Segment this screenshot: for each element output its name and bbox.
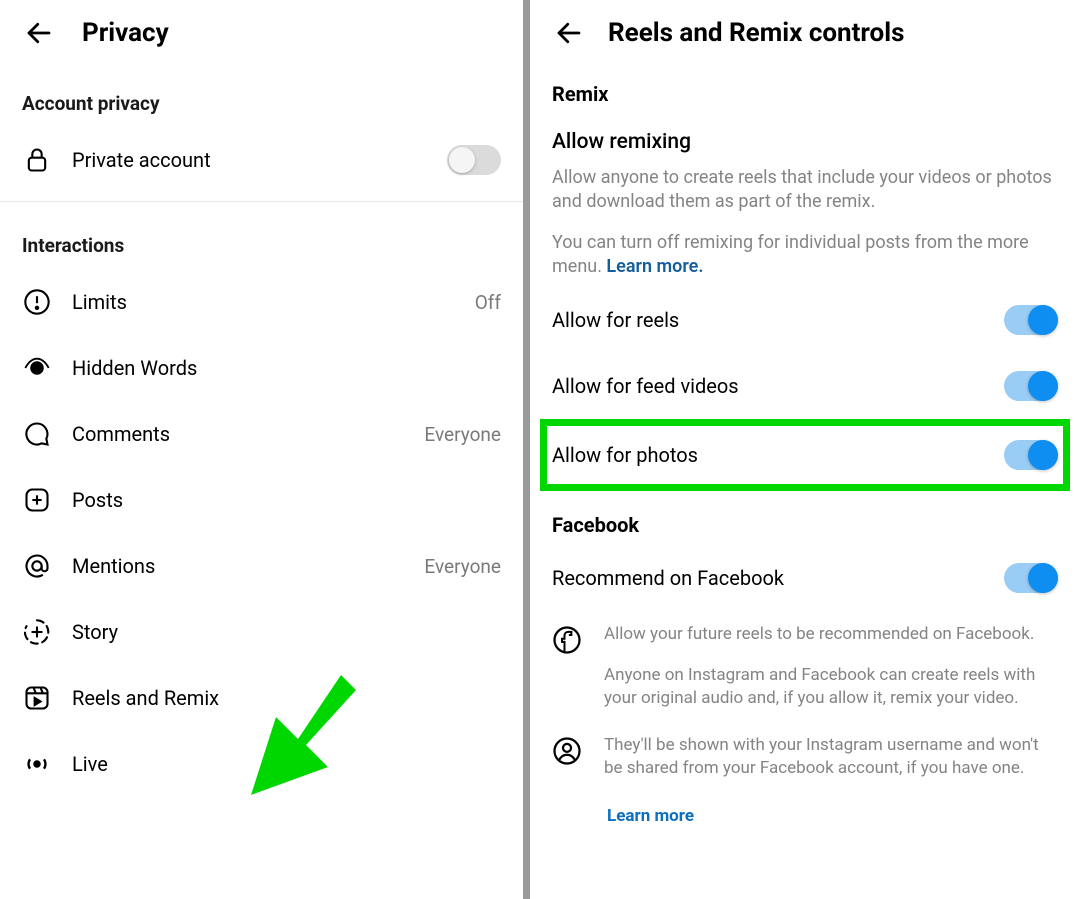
live-icon [22,749,52,779]
mentions-value: Everyone [424,555,501,578]
allow-for-reels-toggle[interactable] [1004,305,1058,335]
recommend-on-facebook-toggle[interactable] [1004,563,1058,593]
fb-info-2: They'll be shown with your Instagram use… [552,722,1058,792]
arrow-left-icon [554,18,584,48]
back-button-right[interactable] [554,18,584,48]
limits-label: Limits [72,290,455,314]
section-account-privacy: Account privacy [22,68,501,127]
header-right: Reels and Remix controls [530,0,1080,60]
allow-for-photos-label: Allow for photos [552,443,698,467]
live-row[interactable]: Live [22,731,501,797]
limits-icon [22,287,52,317]
divider [0,201,523,202]
highlight-annotation: Allow for photos [540,419,1070,491]
section-interactions: Interactions [22,210,501,269]
arrow-left-icon [24,18,54,48]
allow-for-reels-label: Allow for reels [552,308,679,332]
hidden-words-row[interactable]: Hidden Words [22,335,501,401]
story-row[interactable]: Story [22,599,501,665]
lock-icon [22,145,52,175]
allow-for-feed-videos-toggle[interactable] [1004,371,1058,401]
reels-remix-row[interactable]: Reels and Remix [22,665,501,731]
private-account-label: Private account [72,148,427,172]
posts-label: Posts [72,488,501,512]
mentions-icon [22,551,52,581]
remix-desc-2: You can turn off remixing for individual… [552,223,1058,288]
allow-for-reels-row[interactable]: Allow for reels [552,287,1058,353]
reels-remix-label: Reels and Remix [72,686,501,710]
live-label: Live [72,752,501,776]
profile-icon [552,736,582,766]
recommend-on-facebook-label: Recommend on Facebook [552,566,784,590]
comments-icon [22,419,52,449]
header: Privacy [0,0,523,68]
remix-desc-1: Allow anyone to create reels that includ… [552,158,1058,223]
comments-row[interactable]: Comments Everyone [22,401,501,467]
comments-label: Comments [72,422,404,446]
hidden-words-icon [22,353,52,383]
private-account-row[interactable]: Private account [22,127,501,193]
page-title-right: Reels and Remix controls [608,18,904,48]
facebook-icon [552,625,582,655]
mentions-label: Mentions [72,554,404,578]
back-button[interactable] [24,18,54,48]
story-label: Story [72,620,501,644]
posts-icon [22,485,52,515]
page-title: Privacy [82,18,169,48]
recommend-on-facebook-row[interactable]: Recommend on Facebook [552,545,1058,611]
comments-value: Everyone [424,423,501,446]
limits-row[interactable]: Limits Off [22,269,501,335]
allow-for-photos-row[interactable]: Allow for photos [552,426,1058,484]
posts-row[interactable]: Posts [22,467,501,533]
allow-for-feed-videos-label: Allow for feed videos [552,374,739,398]
allow-for-photos-toggle[interactable] [1004,440,1058,470]
fb-info-1: Allow your future reels to be recommende… [552,611,1058,722]
private-account-toggle[interactable] [447,145,501,175]
facebook-section-header: Facebook [552,491,1058,545]
limits-value: Off [475,291,501,314]
story-icon [22,617,52,647]
learn-more-link-1[interactable]: Learn more. [606,256,703,277]
allow-remixing-heading: Allow remixing [552,114,1058,158]
hidden-words-label: Hidden Words [72,356,501,380]
remix-section-header: Remix [552,60,1058,114]
mentions-row[interactable]: Mentions Everyone [22,533,501,599]
learn-more-link-2[interactable]: Learn more [552,792,1058,826]
allow-for-feed-videos-row[interactable]: Allow for feed videos [552,353,1058,419]
reels-icon [22,683,52,713]
